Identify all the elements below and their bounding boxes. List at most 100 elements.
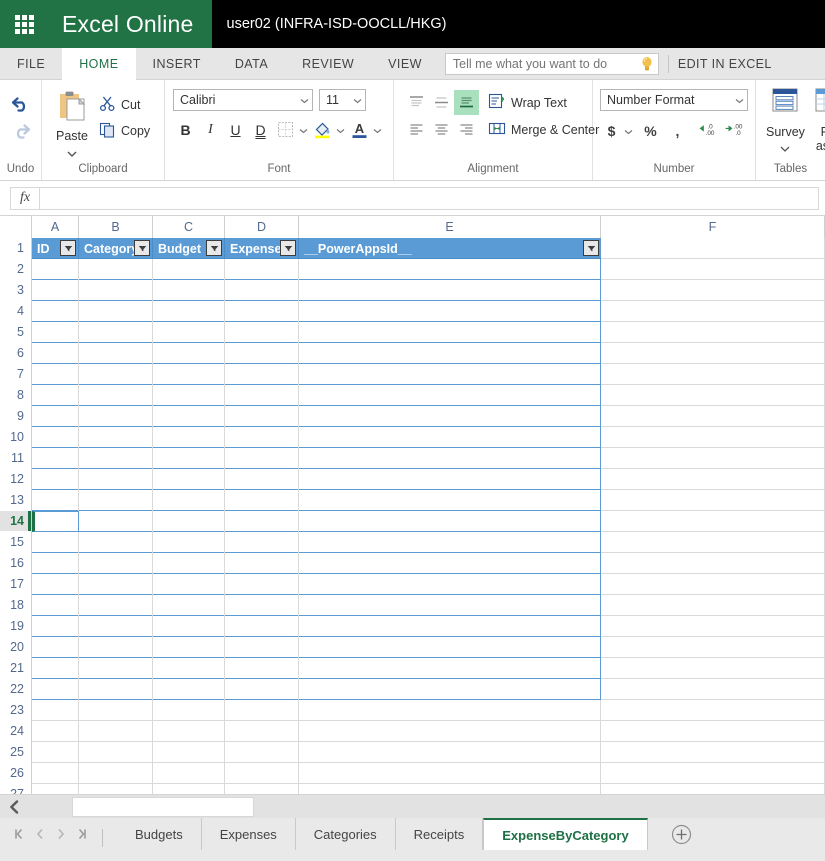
decrease-decimal-icon[interactable]: .0 .00 [696,118,719,143]
currency-dollar-icon[interactable]: $ [600,118,623,143]
cell-A20[interactable] [32,637,79,658]
table-header-expense[interactable]: Expense [225,238,299,259]
cut-button[interactable]: Cut [99,92,150,118]
cell-D15[interactable] [225,532,299,553]
cell-C22[interactable] [153,679,225,700]
tab-review[interactable]: REVIEW [285,48,371,80]
cell-F11[interactable] [601,448,825,469]
cell-C18[interactable] [153,595,225,616]
cell-E2[interactable] [299,259,601,280]
cell-B23[interactable] [79,700,153,721]
row-header-19[interactable]: 19 [0,616,31,637]
column-header-e[interactable]: E [299,216,601,238]
cell-D17[interactable] [225,574,299,595]
cell-A24[interactable] [32,721,79,742]
align-center-icon[interactable] [429,117,454,142]
cell-C7[interactable] [153,364,225,385]
tab-view[interactable]: VIEW [371,48,439,80]
align-top-icon[interactable] [404,90,429,115]
cell-C9[interactable] [153,406,225,427]
font-name-select[interactable]: Calibri [173,89,313,111]
row-header-2[interactable]: 2 [0,259,31,280]
cell-A14[interactable] [32,511,79,532]
chevron-down-icon[interactable] [299,121,308,139]
excel-online-brand[interactable]: Excel Online [48,0,212,48]
font-size-select[interactable]: 11 [319,89,366,111]
cell-A9[interactable] [32,406,79,427]
filter-dropdown-icon[interactable] [134,240,150,256]
cell-F16[interactable] [601,553,825,574]
cell-E14[interactable] [299,511,601,532]
cell-F3[interactable] [601,280,825,301]
row-header-20[interactable]: 20 [0,637,31,658]
cell-F4[interactable] [601,301,825,322]
cell-C13[interactable] [153,490,225,511]
chevron-down-icon[interactable] [735,93,744,107]
row-header-4[interactable]: 4 [0,301,31,322]
cell-D23[interactable] [225,700,299,721]
cell-A15[interactable] [32,532,79,553]
cell-B19[interactable] [79,616,153,637]
cell-F13[interactable] [601,490,825,511]
cell-E10[interactable] [299,427,601,448]
cell-A8[interactable] [32,385,79,406]
cell-F22[interactable] [601,679,825,700]
comma-style-button[interactable]: , [666,118,689,143]
column-header-d[interactable]: D [225,216,299,238]
chevron-down-icon[interactable] [780,139,790,157]
cell-C5[interactable] [153,322,225,343]
cell-F5[interactable] [601,322,825,343]
cell-E5[interactable] [299,322,601,343]
cell-D25[interactable] [225,742,299,763]
cell-D2[interactable] [225,259,299,280]
cell-E13[interactable] [299,490,601,511]
chevron-down-icon[interactable] [373,121,382,139]
cell-F7[interactable] [601,364,825,385]
cell-A4[interactable] [32,301,79,322]
percent-style-button[interactable]: % [639,118,662,143]
cell-A26[interactable] [32,763,79,784]
cell-D13[interactable] [225,490,299,511]
row-header-18[interactable]: 18 [0,595,31,616]
align-middle-icon[interactable] [429,90,454,115]
cell-C3[interactable] [153,280,225,301]
filter-dropdown-icon[interactable] [60,240,76,256]
cell-E20[interactable] [299,637,601,658]
cell-F25[interactable] [601,742,825,763]
cell-B24[interactable] [79,721,153,742]
cell-D18[interactable] [225,595,299,616]
row-header-9[interactable]: 9 [0,406,31,427]
cell-D14[interactable] [225,511,299,532]
cell-D11[interactable] [225,448,299,469]
table-header-budget[interactable]: Budget [153,238,225,259]
formula-input[interactable] [40,186,819,210]
cell-C20[interactable] [153,637,225,658]
cell-B13[interactable] [79,490,153,511]
cell-A23[interactable] [32,700,79,721]
row-header-14[interactable]: 14 [0,511,31,532]
table-header-id[interactable]: ID [32,238,79,259]
cell-C2[interactable] [153,259,225,280]
cell-E9[interactable] [299,406,601,427]
cell-B26[interactable] [79,763,153,784]
cell-D27[interactable] [225,784,299,794]
row-header-25[interactable]: 25 [0,742,31,763]
filter-dropdown-icon[interactable] [583,240,599,256]
cell-B6[interactable] [79,343,153,364]
cell-F10[interactable] [601,427,825,448]
row-header-1[interactable]: 1 [0,238,31,259]
cell-D7[interactable] [225,364,299,385]
cell-E12[interactable] [299,469,601,490]
cell-F18[interactable] [601,595,825,616]
cell-B4[interactable] [79,301,153,322]
row-header-26[interactable]: 26 [0,763,31,784]
cell-E4[interactable] [299,301,601,322]
cell-C12[interactable] [153,469,225,490]
row-header-16[interactable]: 16 [0,553,31,574]
merge-and-center-button[interactable]: Merge & Center [483,120,599,140]
cell-E19[interactable] [299,616,601,637]
cell-B14[interactable] [79,511,153,532]
cell-B16[interactable] [79,553,153,574]
cell-F9[interactable] [601,406,825,427]
cell-D6[interactable] [225,343,299,364]
